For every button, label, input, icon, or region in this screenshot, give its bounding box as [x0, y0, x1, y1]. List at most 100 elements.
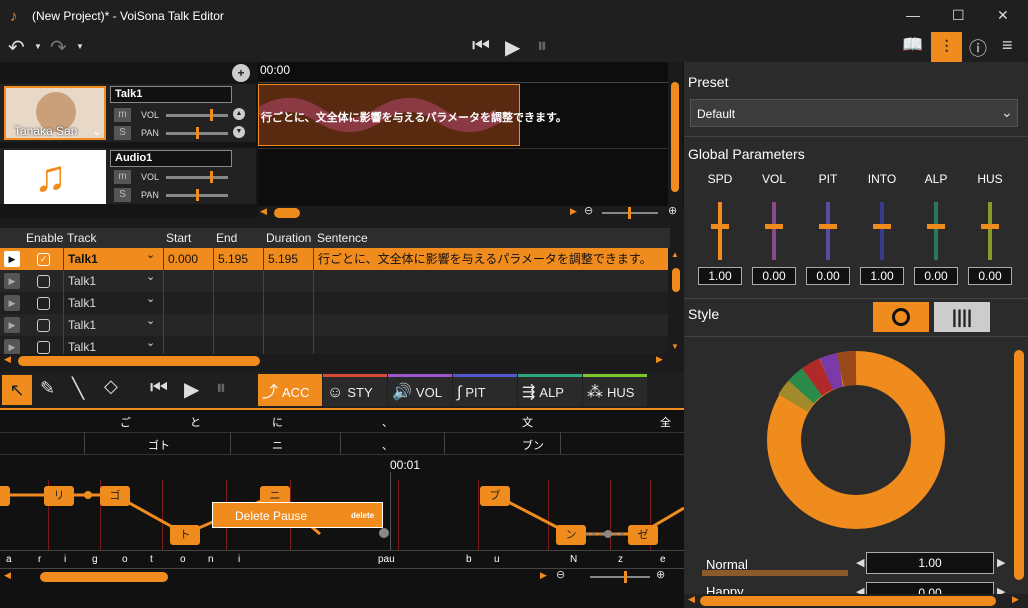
track-down-icon[interactable]: ▼ — [233, 126, 245, 138]
sentence-cell[interactable] — [314, 314, 670, 336]
close-icon[interactable]: ✕ — [997, 7, 1009, 24]
phoneme-label[interactable]: pau — [378, 554, 395, 565]
tab-alp[interactable]: ⇶ ALP — [518, 374, 582, 406]
param-slider-knob[interactable] — [873, 224, 891, 229]
track-audio1[interactable]: ♫ Audio1 m S VOL PAN — [0, 148, 256, 204]
table-row[interactable]: ▶ Talk1 ⌄ — [0, 270, 670, 292]
eraser-tool-icon[interactable]: ◇ — [104, 376, 118, 397]
zoom-in-icon[interactable]: ⊕ — [656, 568, 665, 581]
param-value-alp[interactable]: 0.00 — [914, 267, 958, 285]
zoom-out-icon[interactable]: ⊖ — [584, 204, 593, 217]
enable-checkbox[interactable] — [37, 341, 50, 355]
table-hscroll[interactable]: ◀ ▶ — [0, 354, 670, 368]
param-value-pit[interactable]: 0.00 — [806, 267, 850, 285]
phoneme-label[interactable]: u — [494, 554, 500, 565]
end-cell[interactable] — [214, 270, 264, 292]
phoneme-note[interactable]: ブ — [480, 486, 510, 506]
param-slider-spd[interactable] — [718, 202, 722, 260]
vol-slider-knob[interactable] — [210, 109, 213, 121]
mute-button[interactable]: m — [114, 170, 131, 184]
phoneme-label[interactable]: t — [150, 554, 153, 565]
style-bars-view-button[interactable]: |||| — [934, 302, 990, 332]
sentence-cell[interactable] — [314, 270, 670, 292]
redo-icon[interactable]: ↷ — [50, 35, 67, 60]
phoneme-label[interactable]: r — [38, 554, 41, 565]
enable-cell[interactable] — [24, 292, 64, 314]
col-sentence[interactable]: Sentence — [317, 231, 368, 245]
select-tool-icon[interactable]: ↖ — [2, 375, 32, 405]
phoneme-note[interactable]: ゼ — [628, 525, 658, 545]
line-tool-icon[interactable]: ╲ — [72, 376, 84, 401]
pan-slider-knob[interactable] — [196, 189, 199, 201]
tab-acc[interactable]: ⤴ ACC — [258, 374, 322, 406]
param-slider-knob[interactable] — [711, 224, 729, 229]
tab-sty[interactable]: ☺ STY — [323, 374, 387, 406]
start-cell[interactable] — [164, 292, 214, 314]
pan-slider-knob[interactable] — [196, 127, 199, 139]
add-track-button[interactable]: + — [232, 64, 250, 82]
param-slider-alp[interactable] — [934, 202, 938, 260]
col-track[interactable]: Track — [67, 231, 97, 245]
pause-icon[interactable]: ⏸ — [537, 35, 547, 58]
table-row[interactable]: ▶ Talk1 ⌄ — [0, 292, 670, 314]
phoneme-label[interactable]: a — [6, 554, 12, 565]
phoneme-note[interactable]: ト — [170, 525, 200, 545]
table-row[interactable]: ▶ Talk1 ⌄ — [0, 314, 670, 336]
singer-avatar[interactable]: Tanaka San ⌄ — [4, 86, 106, 140]
phoneme-label[interactable]: N — [570, 554, 577, 565]
pen-tool-icon[interactable]: ✎ — [40, 378, 55, 399]
vol-slider-knob[interactable] — [210, 171, 213, 183]
param-slider-vol[interactable] — [772, 202, 776, 260]
menu-icon[interactable]: ≡ — [1002, 35, 1013, 56]
col-enable[interactable]: Enable — [26, 231, 63, 245]
solo-button[interactable]: S — [114, 126, 131, 140]
rewind-icon[interactable]: ⏮ — [472, 35, 490, 58]
style-normal-value[interactable]: 1.00 — [866, 552, 994, 574]
delete-pause-item[interactable]: Delete Pause — [235, 509, 307, 523]
enable-cell[interactable] — [24, 270, 64, 292]
zoom-slider[interactable] — [590, 576, 650, 578]
chevron-down-icon[interactable]: ⌄ — [146, 248, 155, 261]
phoneme-label[interactable]: b — [466, 554, 472, 565]
sliders-icon[interactable]: ⫶ — [931, 32, 962, 62]
param-value-vol[interactable]: 0.00 — [752, 267, 796, 285]
increase-icon[interactable]: ▶ — [997, 556, 1005, 569]
phoneme-label[interactable]: n — [208, 554, 214, 565]
play-row-icon[interactable]: ▶ — [4, 317, 20, 333]
enable-checkbox[interactable] — [37, 297, 50, 311]
col-duration[interactable]: Duration — [266, 231, 311, 245]
param-value-hus[interactable]: 0.00 — [968, 267, 1012, 285]
track-talk1[interactable]: Tanaka San ⌄ Talk1 m S VOL PAN ▲ ▼ — [0, 84, 256, 142]
duration-cell[interactable] — [264, 314, 314, 336]
chevron-down-icon[interactable]: ⌄ — [146, 336, 155, 349]
phoneme-label[interactable]: z — [618, 554, 623, 565]
style-circle-view-button[interactable] — [873, 302, 929, 332]
editor-hscroll[interactable]: ◀ ▶ ⊖ ⊕ — [0, 568, 684, 584]
play-row-icon[interactable]: ▶ — [4, 295, 20, 311]
enable-checkbox[interactable] — [37, 275, 50, 289]
duration-cell[interactable]: 5.195 — [264, 248, 314, 270]
timeline-vscroll[interactable] — [668, 62, 682, 206]
chevron-down-icon[interactable]: ⌄ — [92, 124, 102, 138]
param-slider-pit[interactable] — [826, 202, 830, 260]
start-cell[interactable] — [164, 270, 214, 292]
param-slider-knob[interactable] — [765, 224, 783, 229]
param-slider-knob[interactable] — [981, 224, 999, 229]
redo-dropdown-icon[interactable]: ▼ — [76, 42, 84, 51]
start-cell[interactable] — [164, 314, 214, 336]
duration-cell[interactable] — [264, 270, 314, 292]
mute-button[interactable]: m — [114, 108, 131, 122]
phoneme-label[interactable]: o — [180, 554, 186, 565]
phoneme-editor[interactable]: ごとに、文全 ゴトニ、ブン 00:01 リゴトニブンゼ Delete Pause… — [0, 408, 684, 608]
info-icon[interactable]: ⓘ — [969, 35, 987, 61]
undo-dropdown-icon[interactable]: ▼ — [34, 42, 42, 51]
vol-slider[interactable] — [166, 176, 228, 179]
col-end[interactable]: End — [216, 231, 237, 245]
minimize-icon[interactable]: — — [906, 7, 920, 23]
chevron-down-icon[interactable]: ⌄ — [146, 314, 155, 327]
phoneme-note-edge[interactable] — [0, 486, 10, 506]
table-vscroll[interactable]: ▲ ▼ — [668, 248, 684, 354]
phoneme-note[interactable]: ン — [556, 525, 586, 545]
phoneme-note[interactable]: リ — [44, 486, 74, 506]
param-slider-knob[interactable] — [927, 224, 945, 229]
